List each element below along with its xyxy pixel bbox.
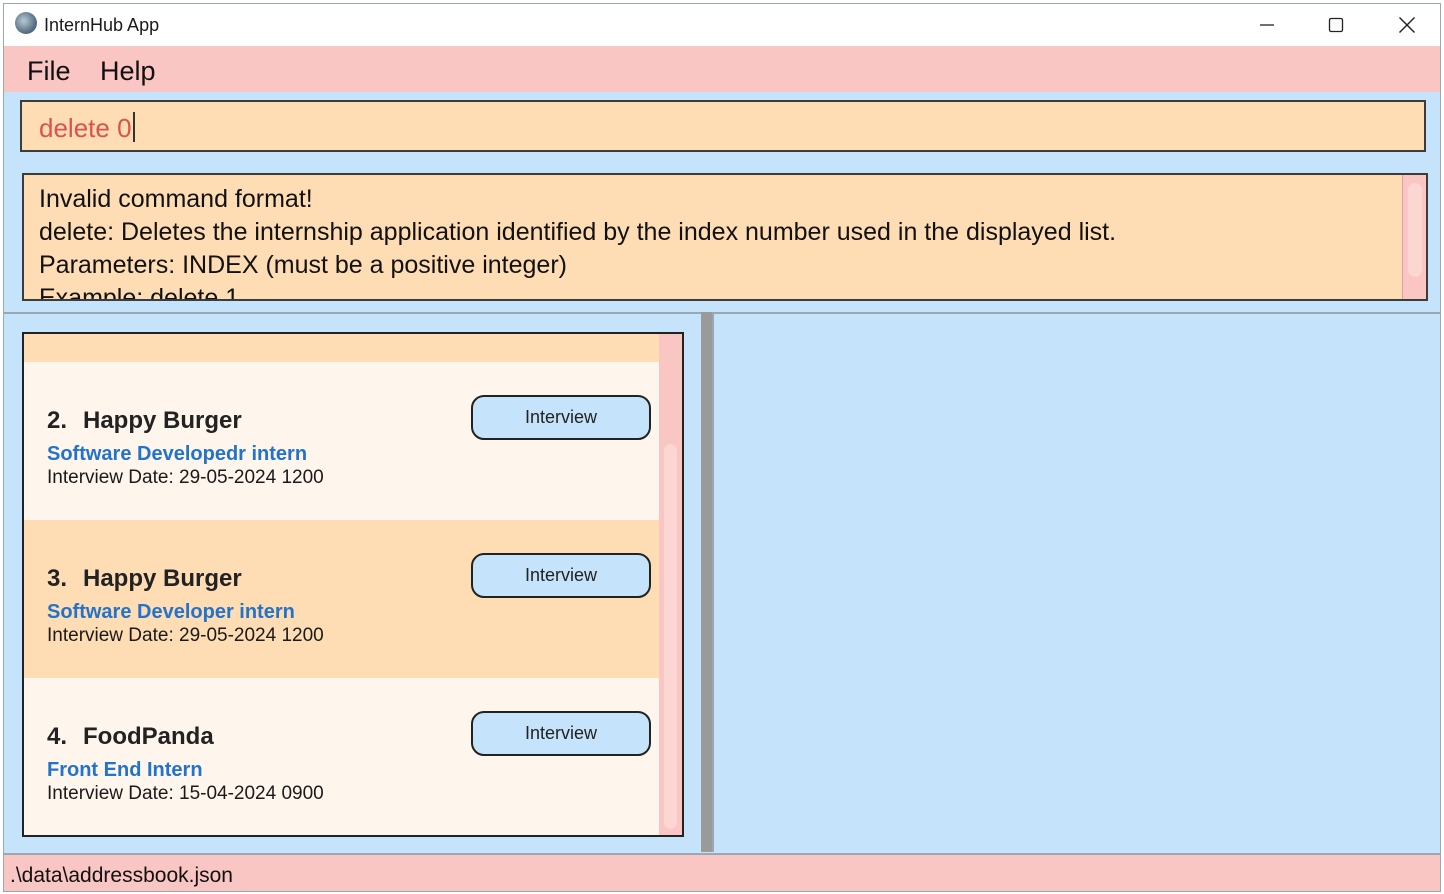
- card-date: Interview Date: 29-05-2024 1200: [47, 625, 324, 646]
- status-badge[interactable]: Interview: [471, 553, 651, 598]
- result-message: Invalid command format! delete: Deletes …: [39, 185, 1117, 301]
- list-item[interactable]: 3. Happy Burger Software Developer inter…: [24, 520, 661, 678]
- close-icon: [1399, 17, 1415, 33]
- card-company: Happy Burger: [83, 565, 242, 592]
- app-logo-icon: [15, 12, 37, 34]
- window-title: InternHub App: [44, 15, 160, 35]
- list-scrollbar-thumb[interactable]: [664, 444, 677, 829]
- card-company: FoodPanda: [83, 723, 214, 750]
- application-list: 2. Happy Burger Software Developedr inte…: [22, 332, 684, 837]
- minimize-button[interactable]: [1232, 4, 1302, 46]
- card-role: Software Developedr intern: [47, 443, 308, 465]
- card-date: Interview Date: 29-05-2024 1200: [47, 467, 324, 488]
- list-scrollbar[interactable]: [659, 334, 682, 835]
- card-company: Happy Burger: [83, 407, 242, 434]
- status-badge[interactable]: Interview: [471, 711, 651, 756]
- card-index: 3.: [47, 565, 68, 592]
- list-item[interactable]: 4. FoodPanda Front End Intern Interview …: [24, 678, 661, 835]
- result-scrollbar[interactable]: [1402, 175, 1426, 299]
- status-bar: .\data\addressbook.json: [4, 853, 1440, 891]
- command-input[interactable]: delete 0: [20, 100, 1426, 152]
- minimize-icon: [1260, 24, 1274, 26]
- result-display: Invalid command format! delete: Deletes …: [22, 173, 1428, 301]
- application-list-panel: 2. Happy Burger Software Developedr inte…: [4, 312, 701, 852]
- maximize-icon: [1328, 17, 1344, 33]
- split-pane-divider[interactable]: [701, 312, 712, 852]
- title-bar[interactable]: InternHub App: [4, 4, 1440, 46]
- list-item[interactable]: [24, 334, 661, 362]
- text-caret: [132, 112, 135, 142]
- result-scrollbar-thumb[interactable]: [1408, 183, 1422, 277]
- maximize-button[interactable]: [1301, 4, 1371, 46]
- list-item[interactable]: 2. Happy Burger Software Developedr inte…: [24, 362, 661, 520]
- card-date: Interview Date: 15-04-2024 0900: [47, 783, 324, 804]
- command-text: delete 0: [39, 112, 135, 144]
- card-index: 4.: [47, 723, 68, 750]
- menu-help[interactable]: Help: [100, 56, 156, 87]
- menu-file[interactable]: File: [27, 56, 71, 87]
- card-index: 2.: [47, 407, 68, 434]
- detail-panel: [712, 312, 1440, 852]
- card-role: Software Developer intern: [47, 601, 295, 623]
- app-window: InternHub App File Help delete 0 Invalid…: [3, 3, 1441, 892]
- close-button[interactable]: [1372, 4, 1440, 46]
- card-role: Front End Intern: [47, 759, 203, 781]
- save-location: .\data\addressbook.json: [10, 864, 233, 887]
- status-badge[interactable]: Interview: [471, 395, 651, 440]
- menu-bar: File Help: [4, 46, 1440, 92]
